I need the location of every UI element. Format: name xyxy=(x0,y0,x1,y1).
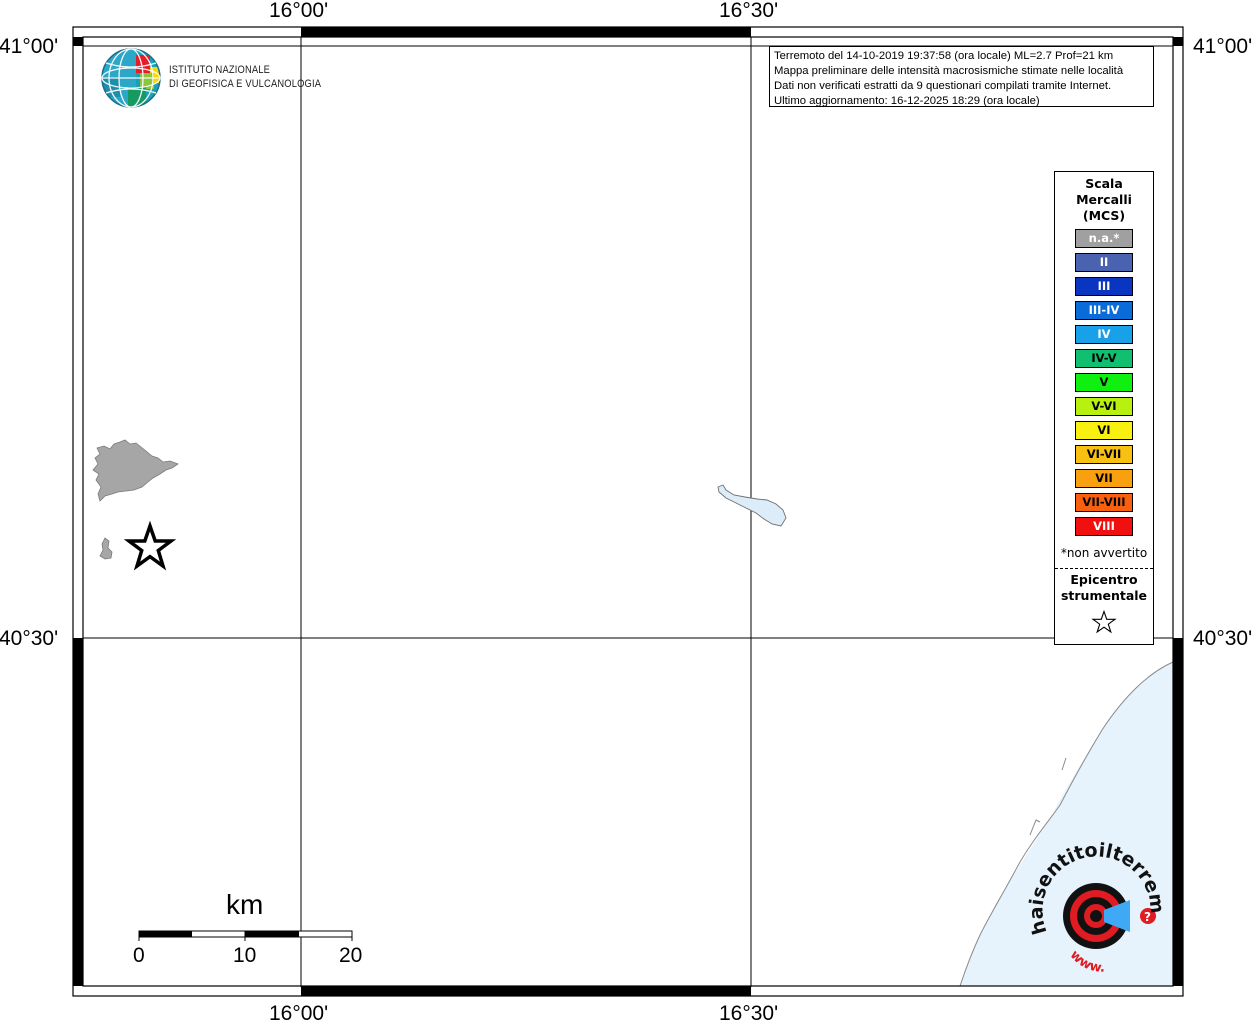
legend-title: Scala Mercalli (MCS) xyxy=(1055,176,1153,224)
legend-star-icon xyxy=(1091,610,1117,634)
event-info-line3: Dati non verificati estratti da 9 questi… xyxy=(774,80,1112,92)
legend-epicenter-label: Epicentro strumentale xyxy=(1055,572,1153,604)
event-info-line4: Ultimo aggiornamento: 16-12-2025 18:29 (… xyxy=(774,95,1040,107)
legend-item: III xyxy=(1075,277,1133,296)
legend-items: n.a.* II III III-IV IV IV-V V V-VI VI VI-VII VII VI… xyxy=(1075,229,1133,541)
legend-item: II xyxy=(1075,253,1133,272)
event-info-box: Terremoto del 14-10-2019 19:37:58 (ora l… xyxy=(769,46,1154,107)
lon-label-bottom-16-00: 16°00' xyxy=(269,1002,329,1025)
scale-label-10: 10 xyxy=(233,944,257,967)
lon-label-top-16-00: 16°00' xyxy=(269,0,329,22)
sea-area xyxy=(960,662,1173,986)
lon-label-bottom-16-30: 16°30' xyxy=(719,1002,779,1025)
legend-item: n.a.* xyxy=(1075,229,1133,248)
legend-title-line1: Scala xyxy=(1085,176,1123,191)
hai-sentito-logo: ? haisentitoilterremoto.it www. xyxy=(0,0,1168,976)
mcs-legend: Scala Mercalli (MCS) n.a.* II III III-IV IV I… xyxy=(1054,171,1154,645)
event-info-line2: Mappa preliminare delle intensità macros… xyxy=(774,65,1124,77)
ingv-logo-text: ISTITUTO NAZIONALE DI GEOFISICA E VULCAN… xyxy=(169,63,321,91)
scale-label-20: 20 xyxy=(339,944,363,967)
legend-item: VII xyxy=(1075,469,1133,488)
lat-label-right-41-00: 41°00' xyxy=(1193,35,1253,58)
legend-title-line2: Mercalli xyxy=(1076,192,1132,207)
map-frame-outer xyxy=(72,26,1184,997)
scale-unit-label: km xyxy=(226,889,264,920)
urban-area xyxy=(92,439,179,502)
legend-item: VI xyxy=(1075,421,1133,440)
legend-item: V xyxy=(1075,373,1133,392)
legend-item: IV-V xyxy=(1075,349,1133,368)
legend-title-line3: (MCS) xyxy=(1082,208,1126,223)
legend-item: VIII xyxy=(1075,517,1133,536)
legend-item: III-IV xyxy=(1075,301,1133,320)
ingv-logo-line1: ISTITUTO NAZIONALE xyxy=(169,64,271,76)
ingv-logo-line2: DI GEOFISICA E VULCANOLOGIA xyxy=(169,78,322,90)
epicenter-star-icon[interactable] xyxy=(123,520,177,571)
legend-epicenter-line2: strumentale xyxy=(1060,588,1148,603)
urban-area-small xyxy=(99,537,113,560)
legend-item: V-VI xyxy=(1075,397,1133,416)
lon-label-top-16-30: 16°30' xyxy=(719,0,779,22)
legend-note: *non avvertito xyxy=(1060,546,1148,560)
legend-item: IV xyxy=(1075,325,1133,344)
watermark-text: haisentitoilterremoto.it xyxy=(0,0,1168,937)
lat-label-right-40-30: 40°30' xyxy=(1193,627,1253,650)
lake xyxy=(717,484,787,527)
map-frame-inner xyxy=(82,36,1174,987)
legend-separator xyxy=(1055,568,1153,569)
scale-bar xyxy=(138,930,353,941)
legend-item: VI-VII xyxy=(1075,445,1133,464)
ingv-globe-icon xyxy=(101,48,161,108)
event-info-line1: Terremoto del 14-10-2019 19:37:58 (ora l… xyxy=(774,50,1114,62)
scale-label-0: 0 xyxy=(133,944,145,967)
legend-item: VII-VIII xyxy=(1075,493,1133,512)
legend-epicenter-line1: Epicentro xyxy=(1070,572,1138,587)
svg-text:haisentitoilterremoto.it: haisentitoilterremoto.it xyxy=(0,0,1168,937)
lat-label-left-40-30: 40°30' xyxy=(0,627,59,650)
lat-label-left-41-00: 41°00' xyxy=(0,35,59,58)
